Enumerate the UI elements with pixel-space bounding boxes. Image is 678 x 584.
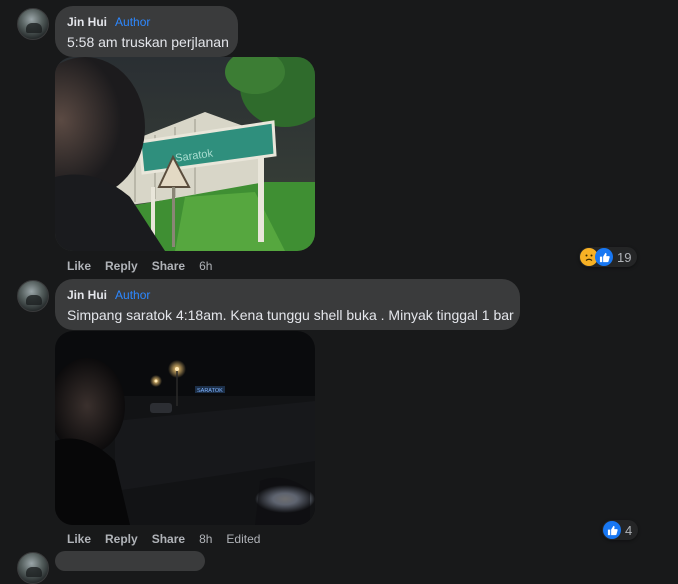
comment-actions: Like Reply Share 6h (67, 259, 212, 273)
author-badge: Author (115, 288, 151, 302)
like-button[interactable]: Like (67, 259, 91, 273)
like-icon (603, 521, 621, 539)
comment-photo[interactable]: Saratok (55, 57, 315, 251)
reply-button[interactable]: Reply (105, 532, 138, 546)
comment-bubble (55, 551, 205, 571)
reaction-summary[interactable]: 19 (579, 247, 638, 267)
comment-bubble: Jin Hui Author Simpang saratok 4:18am. K… (55, 279, 520, 330)
comment-bubble: Jin Hui Author 5:58 am truskan perjlanan (55, 6, 238, 57)
comment-text: 5:58 am truskan perjlanan (67, 34, 229, 50)
share-button[interactable]: Share (152, 532, 185, 546)
reply-button[interactable]: Reply (105, 259, 138, 273)
share-button[interactable]: Share (152, 259, 185, 273)
comment-author-name[interactable]: Jin Hui (67, 15, 107, 29)
comment-timestamp[interactable]: 6h (199, 259, 212, 273)
comment-text: Simpang saratok 4:18am. Kena tunggu shel… (67, 307, 514, 323)
roadside-sign-text: SARATOK (197, 388, 223, 394)
commenter-avatar[interactable] (17, 280, 49, 312)
commenter-avatar[interactable] (17, 8, 49, 40)
reaction-count: 4 (625, 522, 633, 538)
author-badge: Author (115, 15, 151, 29)
comment-author-name[interactable]: Jin Hui (67, 288, 107, 302)
comment-photo[interactable]: SARATOK (55, 331, 315, 525)
like-button[interactable]: Like (67, 532, 91, 546)
comment-actions: Like Reply Share 8h Edited (67, 532, 260, 546)
comment-timestamp[interactable]: 8h (199, 532, 212, 546)
reaction-summary[interactable]: 4 (602, 520, 639, 540)
reaction-count: 19 (617, 249, 632, 265)
edited-label[interactable]: Edited (226, 532, 260, 546)
like-icon (595, 248, 613, 266)
